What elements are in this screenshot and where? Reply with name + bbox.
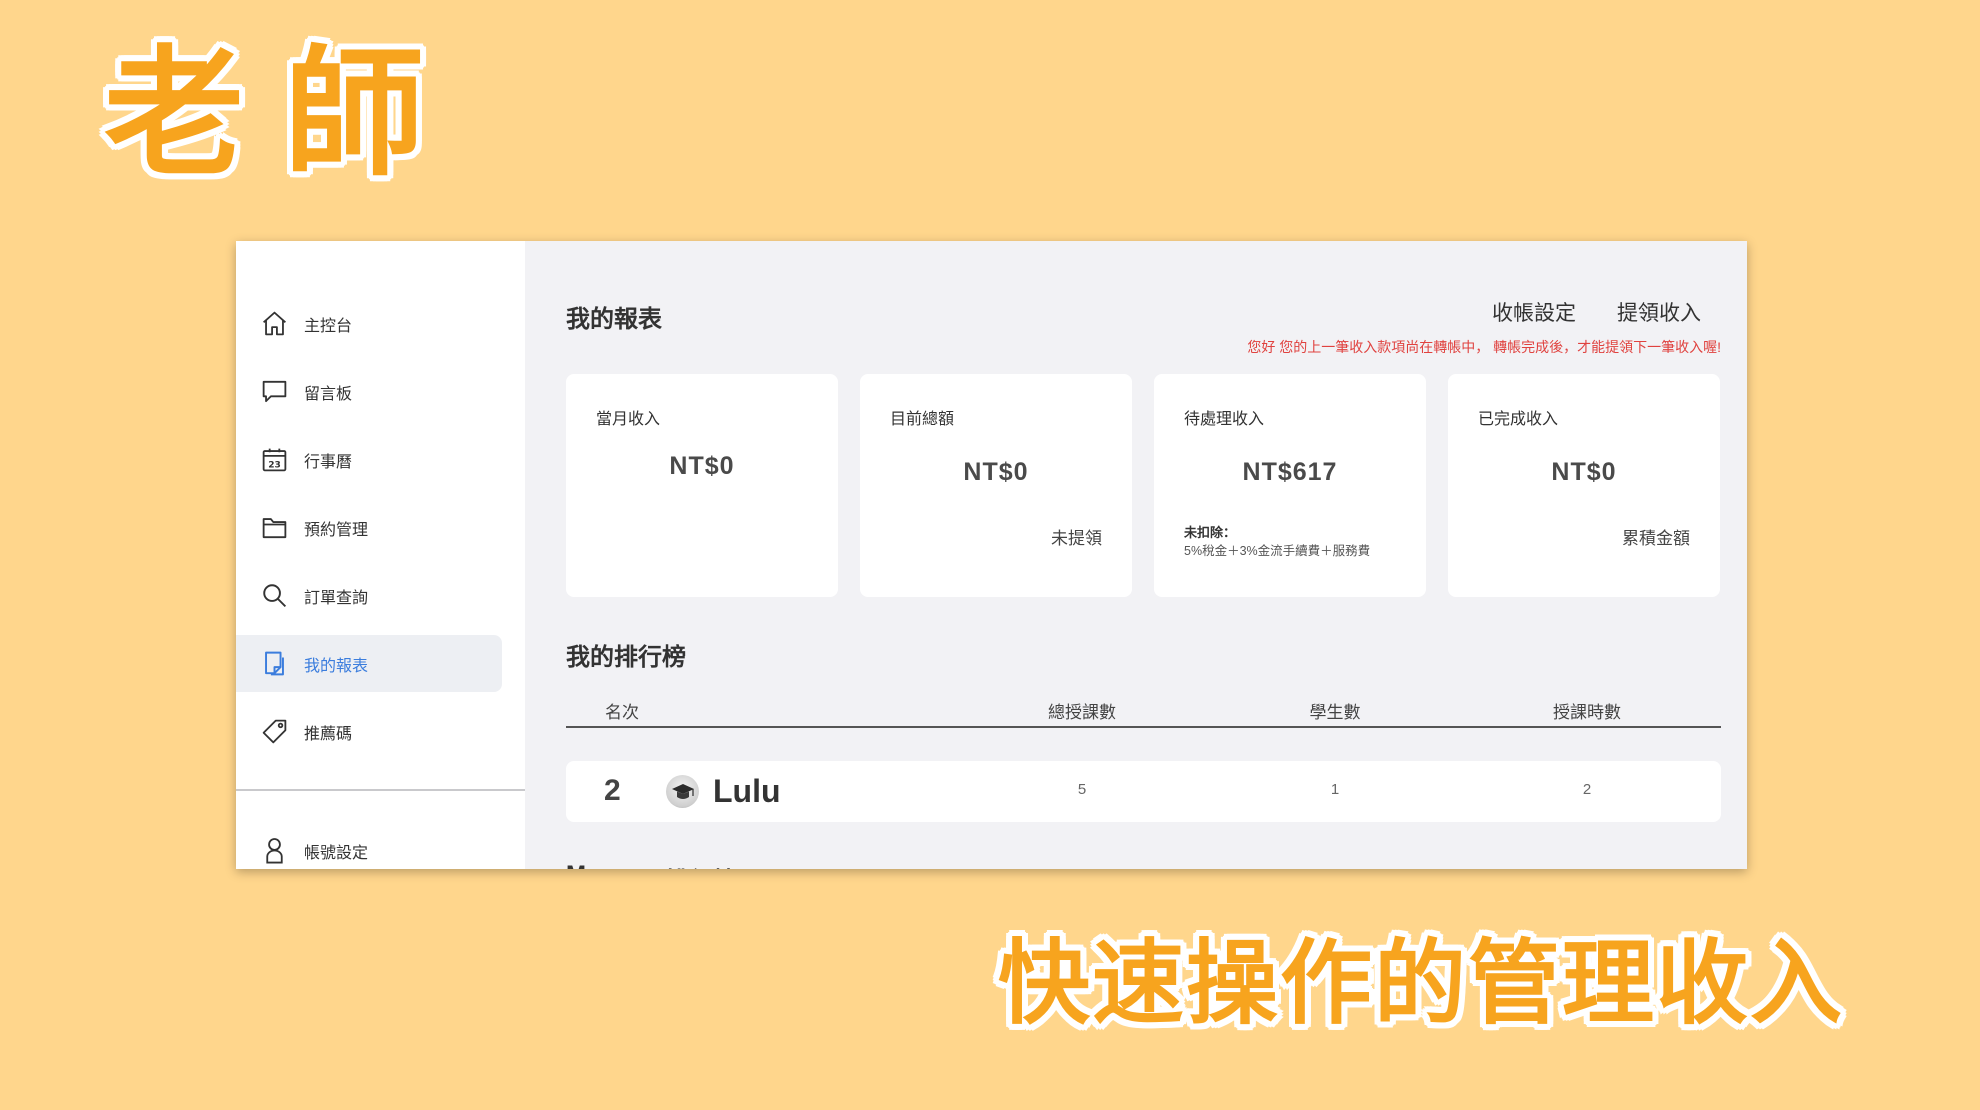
- sidebar-item-bookings[interactable]: 預約管理: [236, 499, 502, 556]
- cell-students: 1: [1330, 781, 1340, 798]
- avatar: [666, 775, 699, 808]
- stat-card-pending-income: 待處理收入 NT$617 未扣除： 5%稅金＋3%金流手續費＋服務費: [1154, 374, 1426, 597]
- calendar-icon: 23: [260, 445, 289, 474]
- sidebar-item-orders[interactable]: 訂單查詢: [236, 567, 502, 624]
- sidebar-item-dashboard[interactable]: 主控台: [236, 295, 502, 352]
- column-header-courses: 總授課數: [1048, 703, 1116, 722]
- search-icon: [260, 581, 289, 610]
- sidebar-item-referral[interactable]: 推薦碼: [236, 703, 502, 760]
- column-header-rank: 名次: [605, 703, 639, 722]
- ranking-title: 我的排行榜: [566, 644, 686, 671]
- stat-note-detail: 5%稅金＋3%金流手續費＋服務費: [1184, 544, 1371, 558]
- sidebar-item-label: 我的報表: [304, 657, 369, 675]
- sidebar-footer: 帳號設定: [236, 822, 525, 869]
- cell-courses: 5: [1077, 781, 1087, 798]
- header-actions: 收帳設定 提領收入: [1492, 297, 1701, 327]
- stat-note: 未提領: [1051, 529, 1102, 548]
- sidebar-item-label: 主控台: [304, 317, 353, 335]
- rank-number: 2: [604, 774, 621, 807]
- table-header-divider: [566, 726, 1721, 728]
- sidebar-item-calendar[interactable]: 23 行事曆: [236, 431, 502, 488]
- sidebar-item-label: 帳號設定: [304, 844, 369, 862]
- column-header-students: 學生數: [1309, 703, 1361, 722]
- page-title: 我的報表: [566, 306, 662, 333]
- svg-text:23: 23: [268, 460, 281, 470]
- folder-icon: [260, 513, 289, 542]
- transfer-notice: 您好 您的上一筆收入款項尚在轉帳中， 轉帳完成後，才能提領下一筆收入喔!: [1247, 339, 1721, 355]
- table-row: 2 Lulu 5 1 2: [566, 761, 1721, 822]
- next-section-title-end: 排行榜: [665, 861, 737, 869]
- cell-hours: 2: [1582, 781, 1592, 798]
- next-section-title-start: M: [566, 861, 586, 869]
- sidebar: 主控台 留言板 23 行事曆 預約管理 訂單查詢 我的報表 推薦碼 帳號設定: [236, 241, 525, 869]
- home-icon: [260, 309, 289, 338]
- message-icon: [260, 377, 289, 406]
- stat-note-title: 未扣除：: [1184, 525, 1237, 540]
- sidebar-item-reports[interactable]: 我的報表: [236, 635, 502, 692]
- sidebar-item-label: 推薦碼: [304, 725, 353, 743]
- sidebar-item-label: 行事曆: [304, 453, 353, 471]
- user-icon: [260, 836, 289, 865]
- stat-card-completed-income: 已完成收入 NT$0 累積金額: [1448, 374, 1720, 597]
- sidebar-item-account-settings[interactable]: 帳號設定: [236, 822, 502, 869]
- withdraw-income-link[interactable]: 提領收入: [1617, 297, 1701, 327]
- sidebar-nav: 主控台 留言板 23 行事曆 預約管理 訂單查詢 我的報表 推薦碼: [236, 295, 525, 771]
- column-header-hours: 授課時數: [1553, 703, 1621, 722]
- member-name: Lulu: [713, 773, 781, 809]
- tag-icon: [260, 717, 289, 746]
- stat-value: NT$0: [963, 458, 1029, 486]
- report-icon: [260, 649, 289, 678]
- sidebar-item-label: 訂單查詢: [304, 589, 369, 607]
- main-panel: 我的報表 收帳設定 提領收入 您好 您的上一筆收入款項尚在轉帳中， 轉帳完成後，…: [525, 241, 1747, 869]
- payout-settings-link[interactable]: 收帳設定: [1492, 297, 1576, 327]
- stat-value: NT$617: [1242, 458, 1338, 486]
- stat-label: 目前總額: [890, 411, 955, 428]
- stat-label: 待處理收入: [1184, 411, 1265, 428]
- stat-value: NT$0: [1551, 458, 1617, 486]
- stat-label: 當月收入: [596, 411, 661, 428]
- tagline: 快速操作的管理收入: [998, 933, 1845, 1035]
- stat-value: NT$0: [669, 452, 735, 480]
- hero-title: 老師: [104, 35, 465, 192]
- stat-card-current-total: 目前總額 NT$0 未提領: [860, 374, 1132, 597]
- sidebar-item-label: 預約管理: [304, 521, 369, 539]
- sidebar-item-messages[interactable]: 留言板: [236, 363, 502, 420]
- stat-label: 已完成收入: [1478, 411, 1559, 428]
- app-window: 主控台 留言板 23 行事曆 預約管理 訂單查詢 我的報表 推薦碼 帳號設定 我…: [236, 241, 1747, 869]
- sidebar-item-label: 留言板: [304, 385, 353, 403]
- stat-card-monthly-income: 當月收入 NT$0: [566, 374, 838, 597]
- stat-note: 累積金額: [1622, 529, 1690, 548]
- sidebar-divider: [236, 789, 525, 791]
